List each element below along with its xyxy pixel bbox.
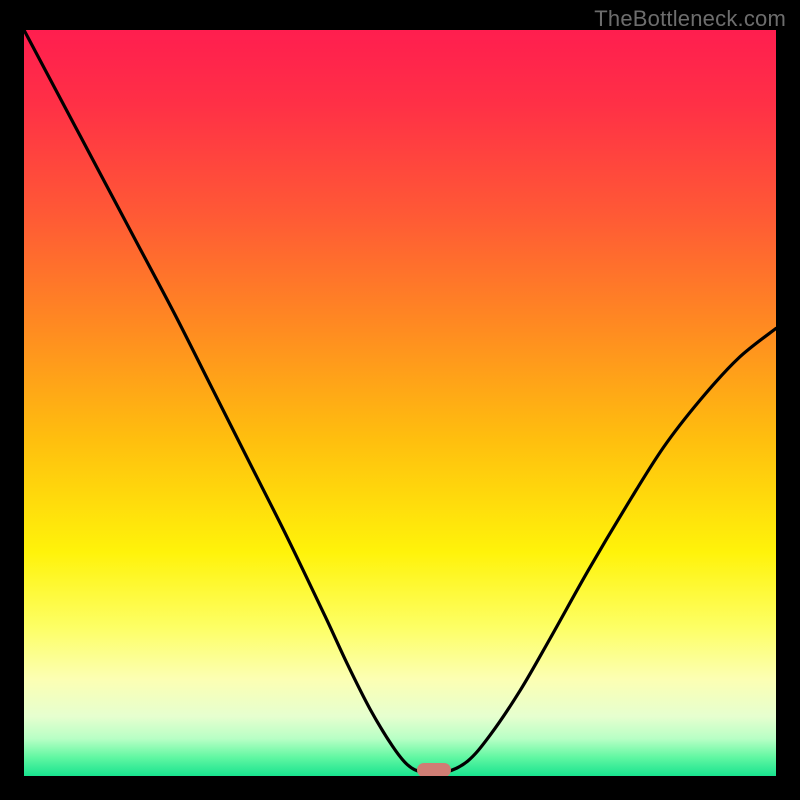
watermark-text: TheBottleneck.com	[594, 6, 786, 32]
bottleneck-chart	[24, 30, 776, 776]
gradient-background	[24, 30, 776, 776]
chart-frame: TheBottleneck.com	[0, 0, 800, 800]
minimum-marker	[417, 763, 451, 776]
plot-area	[24, 30, 776, 776]
